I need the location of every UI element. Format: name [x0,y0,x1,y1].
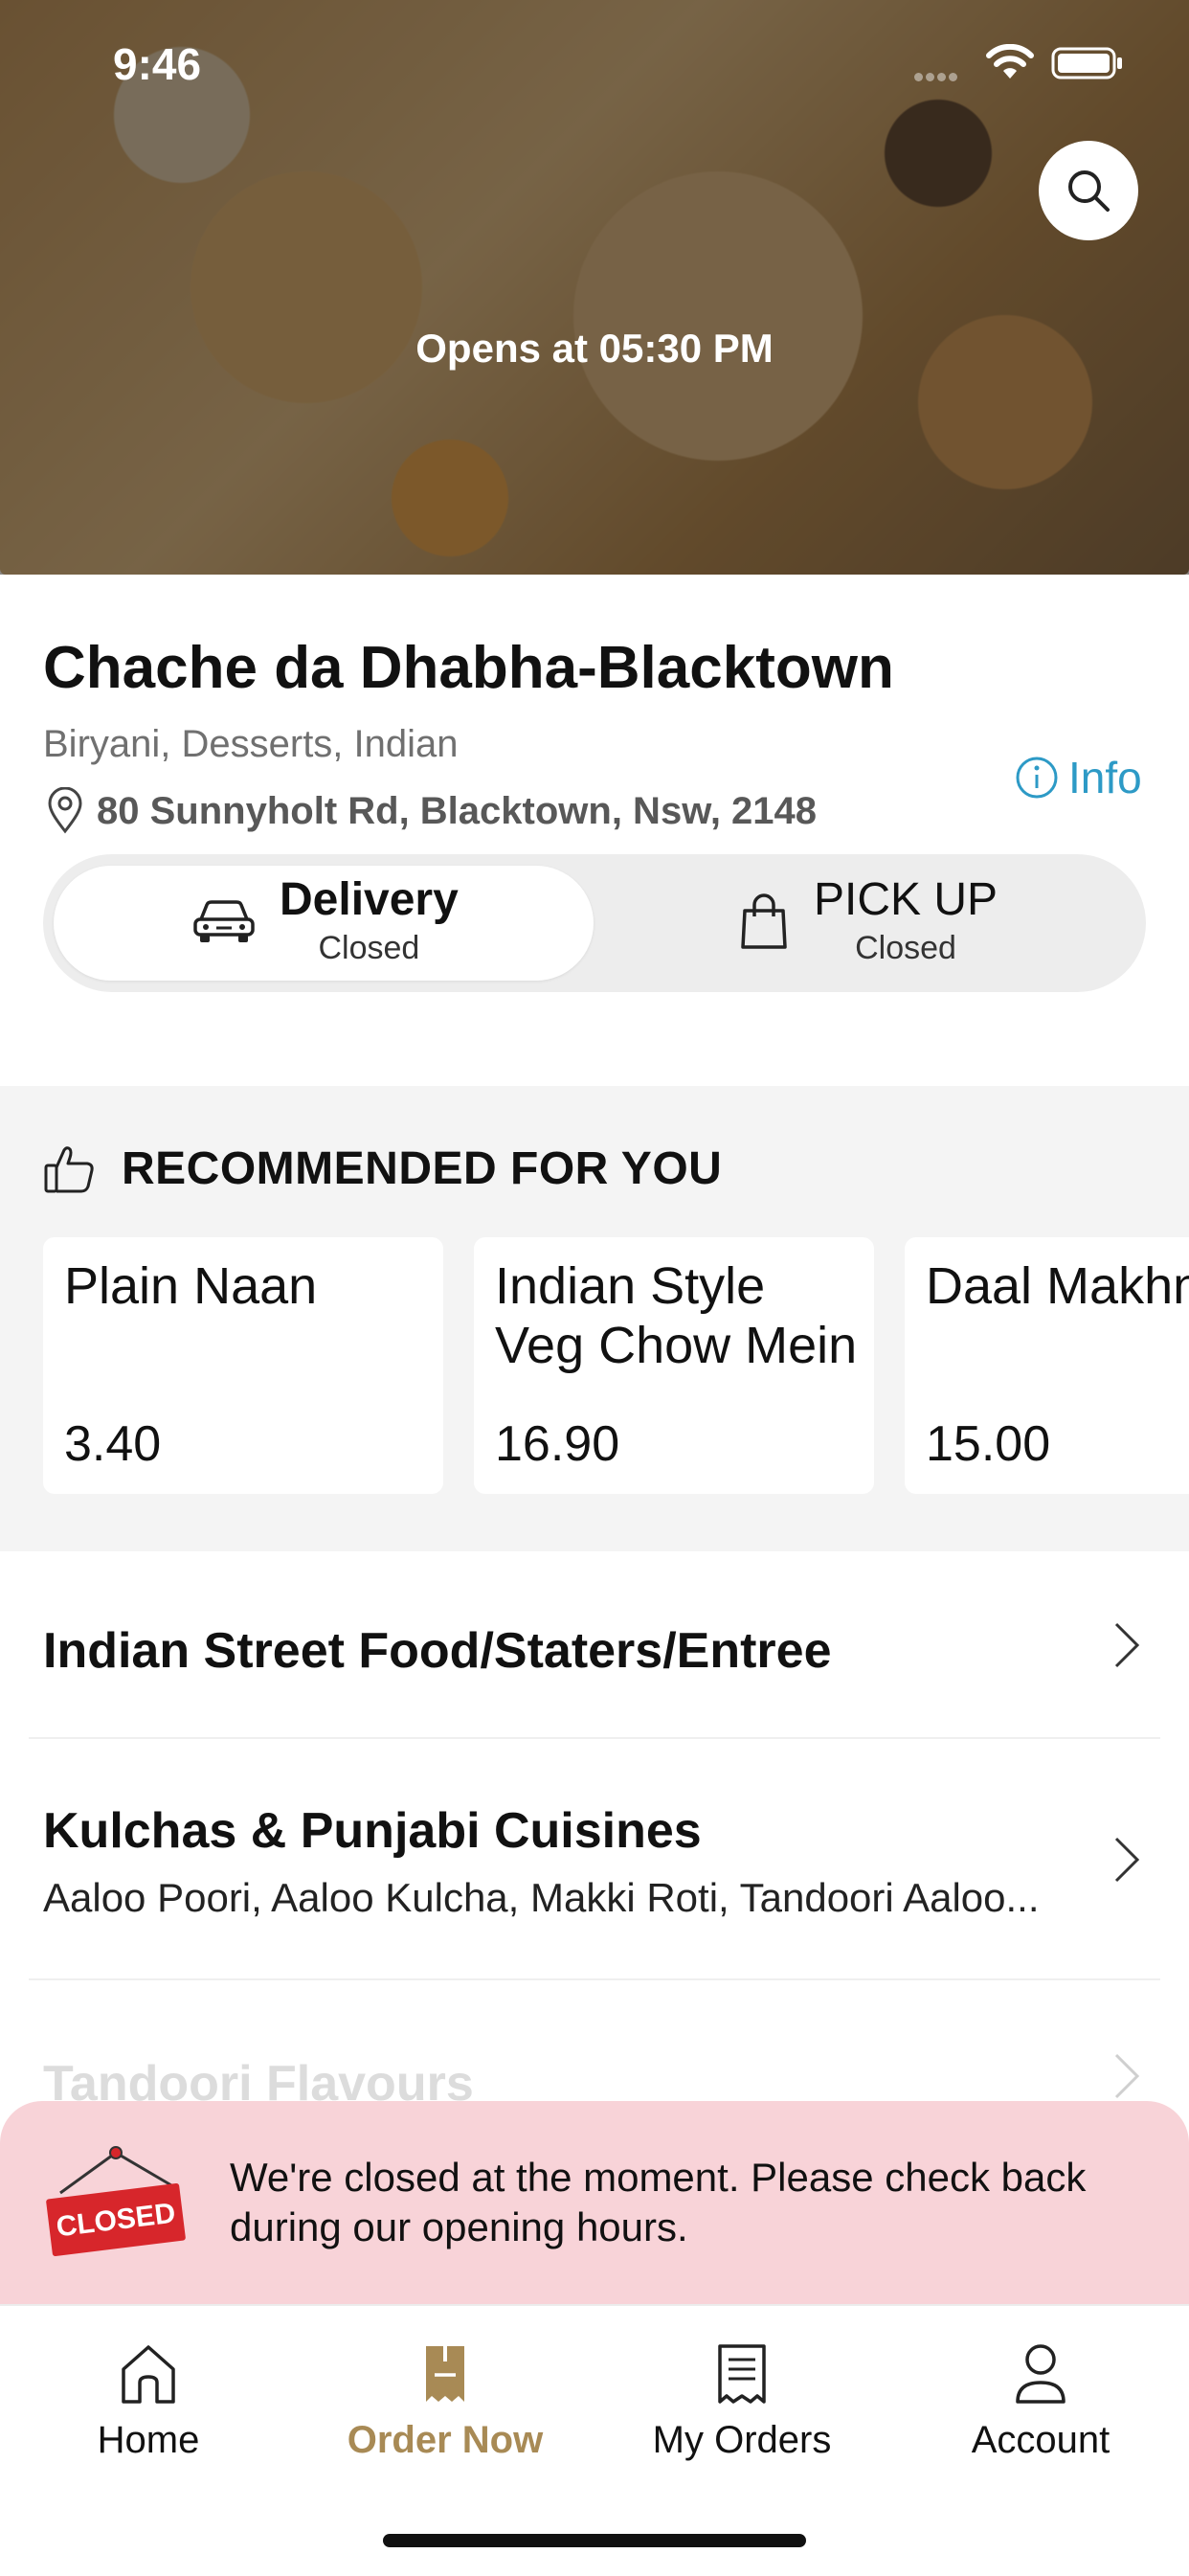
item-price: 16.90 [495,1416,620,1472]
thumbs-up-icon [44,1145,94,1192]
pickup-option[interactable]: PICK UP Closed [737,873,998,969]
category-row[interactable]: Indian Street Food/Staters/Entree [0,1570,1189,1739]
chevron-right-icon [1114,1837,1140,1883]
recommended-item-card[interactable]: Indian Style Veg Chow Mein 16.90 [474,1237,874,1494]
restaurant-name: Chache da Dhabha-Blacktown [43,635,894,701]
address-row: 80 Sunnyholt Rd, Blacktown, Nsw, 2148 [43,787,817,835]
category-subtitle: Aaloo Poori, Aaloo Kulcha, Makki Roti, T… [43,1875,1040,1920]
location-pin-icon [48,787,82,834]
info-icon [1016,757,1058,799]
person-icon [1016,2344,1066,2404]
closed-sign-icon: CLOSED [46,2146,186,2256]
item-name: Indian Style Veg Chow Mein [495,1257,858,1374]
tab-account[interactable]: Account [892,2342,1189,2462]
category-row[interactable]: Tandoori Flavours [0,1980,1189,2101]
pickup-status: Closed [855,930,956,966]
pickup-label: PICK UP [814,874,998,925]
wifi-icon [986,44,1034,79]
tab-my-orders[interactable]: My Orders [594,2342,890,2462]
tab-order-now[interactable]: Order Now [297,2342,594,2462]
restaurant-cuisines: Biryani, Desserts, Indian [43,723,459,765]
shopping-bag-icon [741,893,787,949]
closed-message: We're closed at the moment. Please check… [230,2155,1087,2249]
category-row[interactable]: Kulchas & Punjabi Cuisines Aaloo Poori, … [0,1739,1189,1978]
info-link[interactable]: Info [1015,752,1142,803]
opening-time-text: Opens at 05:30 PM [415,326,774,371]
tab-label: Order Now [347,2419,544,2461]
chevron-right-icon [1114,2053,1140,2099]
tab-home[interactable]: Home [0,2342,297,2462]
item-name: Daal Makhni [926,1257,1189,1315]
item-price: 3.40 [64,1416,162,1472]
tab-label: Account [971,2419,1110,2461]
recommended-title: RECOMMENDED FOR YOU [122,1143,723,1194]
car-icon [193,900,255,942]
tab-label: Home [97,2419,200,2461]
delivery-option-content: Delivery Closed [191,873,459,969]
order-icon [426,2342,464,2402]
restaurant-address: 80 Sunnyholt Rd, Blacktown, Nsw, 2148 [97,789,818,832]
recommended-item-card[interactable]: Plain Naan 3.40 [43,1237,443,1494]
cellular-signal-icon [914,69,968,81]
category-title: Tandoori Flavours [43,2056,474,2101]
recommended-header: RECOMMENDED FOR YOU [43,1142,722,1195]
home-icon [122,2345,175,2404]
delivery-status: Closed [318,930,420,966]
status-bar-time: 9:46 [113,39,202,89]
search-button[interactable] [1039,141,1138,240]
item-price: 15.00 [926,1416,1051,1472]
battery-icon [1051,47,1122,79]
recommended-item-card[interactable]: Daal Makhni 15.00 [905,1237,1189,1494]
delivery-label: Delivery [280,874,459,925]
category-title: Indian Street Food/Staters/Entree [43,1623,832,1679]
info-label: Info [1068,753,1142,802]
search-icon [1068,170,1110,212]
receipt-icon [718,2344,766,2404]
item-name: Plain Naan [64,1257,318,1315]
category-title: Kulchas & Punjabi Cuisines [43,1803,702,1859]
tab-label: My Orders [652,2419,832,2461]
chevron-right-icon [1114,1622,1140,1668]
home-indicator[interactable] [383,2534,806,2547]
